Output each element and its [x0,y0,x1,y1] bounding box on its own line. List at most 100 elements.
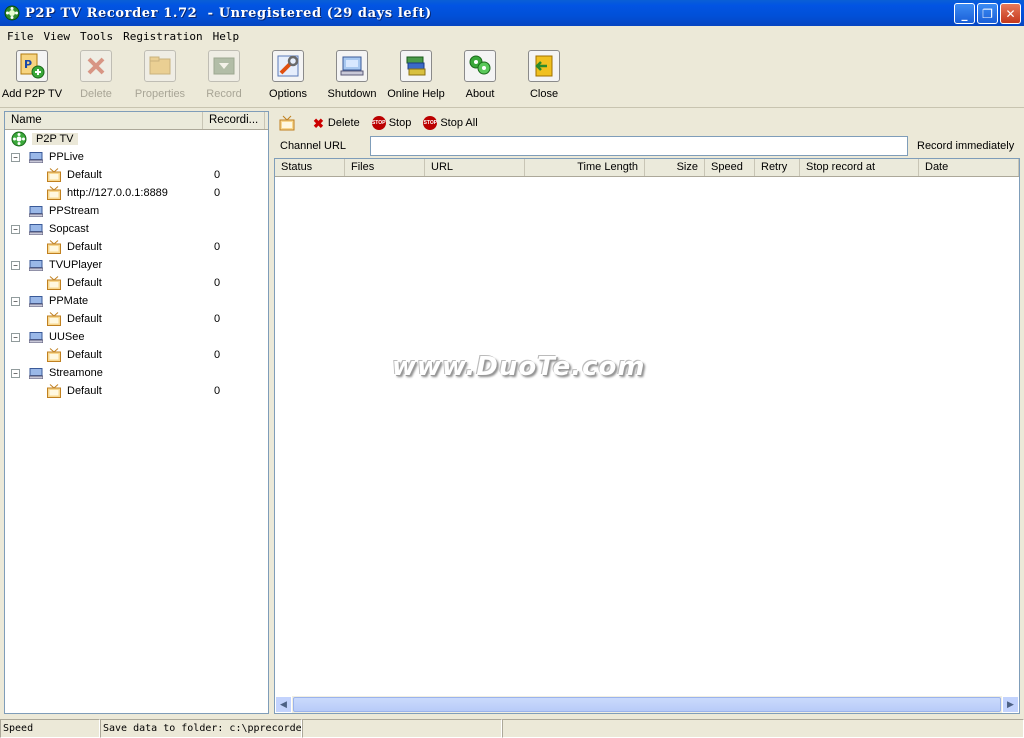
tree-channel[interactable]: Default 0 [5,274,268,292]
tree-group-pplive[interactable]: − PPLive [5,148,268,166]
stop-all-button[interactable]: STOP Stop All [423,116,478,130]
tree-group-label: PPMate [49,295,89,307]
recording-list-header: Status Files URL Time Length Size Speed … [275,159,1019,177]
tree-channel-label: Default [67,385,102,397]
col-speed[interactable]: Speed [705,159,755,176]
record-button[interactable]: Record [192,46,256,106]
col-retry[interactable]: Retry [755,159,800,176]
col-time-length[interactable]: Time Length [525,159,645,176]
col-url[interactable]: URL [425,159,525,176]
col-size[interactable]: Size [645,159,705,176]
channel-icon [47,240,61,254]
scroll-left-icon[interactable]: ◀ [275,696,292,713]
tree-group-label: Streamone [49,367,103,379]
computer-icon [28,205,44,217]
collapse-icon[interactable]: − [11,260,20,270]
recording-count: 0 [214,241,221,253]
tree-channel-label: http://127.0.0.1:8889 [67,187,168,199]
collapse-icon[interactable]: − [11,368,20,378]
close-label: Close [529,88,559,100]
col-files[interactable]: Files [345,159,425,176]
recording-count: 0 [214,349,221,361]
tree-root-label: P2P TV [32,133,78,145]
options-button[interactable]: Options [256,46,320,106]
channel-icon [47,312,61,326]
menu-file[interactable]: File [2,30,39,43]
tree-group-tvuplayer[interactable]: − TVUPlayer [5,256,268,274]
shutdown-button[interactable]: Shutdown [320,46,384,106]
menu-view[interactable]: View [39,30,76,43]
tree-channel-label: Default [67,241,102,253]
tree-channel[interactable]: Default 0 [5,310,268,328]
delete-record-label: Delete [327,117,360,129]
record-immediately-button[interactable]: Record immediately [917,140,1014,152]
stop-button[interactable]: STOP Stop [371,116,411,130]
delete-record-button[interactable]: ✖ Delete [313,117,360,130]
tree-group-streamone[interactable]: − Streamone [5,364,268,382]
recording-list[interactable]: Status Files URL Time Length Size Speed … [274,158,1020,714]
menu-tools[interactable]: Tools [75,30,118,43]
add-p2ptv-button[interactable]: P Add P2P TV [0,46,64,106]
tree-channel-label: Default [67,277,102,289]
scroll-thumb[interactable] [293,697,1001,712]
computer-icon [28,151,44,163]
record-icon [208,50,240,82]
col-status[interactable]: Status [275,159,345,176]
tree-channel[interactable]: Default 0 [5,346,268,364]
horizontal-scrollbar[interactable]: ◀ ▶ [275,696,1019,713]
tree-group-uusee[interactable]: − UUSee [5,328,268,346]
delete-button[interactable]: Delete [64,46,128,106]
collapse-icon[interactable]: − [11,152,20,162]
channel-url-label: Channel URL [280,140,347,152]
about-icon [464,50,496,82]
tree-root[interactable]: P2P TV [5,130,268,148]
menu-registration[interactable]: Registration [118,30,207,43]
stop-all-sign-icon: STOP [423,116,438,130]
delete-label: Delete [80,88,112,100]
collapse-icon[interactable]: − [11,224,20,234]
col-date[interactable]: Date [919,159,1019,176]
tree-col-recording[interactable]: Recordi... [203,112,265,129]
channel-icon [47,384,61,398]
tree-group-label: UUSee [49,331,85,343]
close-window-button[interactable]: ✕ [1000,3,1021,24]
collapse-icon[interactable]: − [11,296,20,306]
about-button[interactable]: About [448,46,512,106]
recording-count: 0 [214,169,221,181]
tree-group-ppmate[interactable]: − PPMate [5,292,268,310]
recording-pane: ✖ Delete STOP Stop STOP Stop All Channel… [274,111,1020,714]
status-blank [502,719,1024,738]
tree-channel[interactable]: http://127.0.0.1:8889 0 [5,184,268,202]
tree-col-name[interactable]: Name [5,112,203,129]
delete-icon [80,50,112,82]
tree-header: Name Recordi... [5,112,268,130]
col-stop-record-at[interactable]: Stop record at [800,159,919,176]
status-bar: Speed Save data to folder: c:\pprecorde [0,719,1024,738]
collapse-icon[interactable]: − [11,332,20,342]
channel-icon [47,348,61,362]
app-icon [4,5,20,21]
recording-count: 0 [214,187,221,199]
tree-channel[interactable]: Default 0 [5,166,268,184]
tree-group-label: PPStream [49,205,100,217]
online-help-button[interactable]: Online Help [384,46,448,106]
about-label: About [465,88,495,100]
scroll-right-icon[interactable]: ▶ [1002,696,1019,713]
minimize-button[interactable]: _ [954,3,975,24]
options-icon [272,50,304,82]
menu-help[interactable]: Help [208,30,245,43]
tree-channel[interactable]: Default 0 [5,382,268,400]
tree-channel[interactable]: Default 0 [5,238,268,256]
options-label: Options [269,88,307,100]
properties-button[interactable]: Properties [128,46,192,106]
close-button[interactable]: Close [512,46,576,106]
restore-button[interactable]: ❐ [977,3,998,24]
channel-tree-pane: Name Recordi... P2P TV − PPLive Default 0 htt… [4,111,269,714]
channel-view-button[interactable] [279,115,295,131]
svg-text:P: P [24,58,32,71]
channel-url-input[interactable] [370,136,908,156]
tree-group-sopcast[interactable]: − Sopcast [5,220,268,238]
channel-icon [279,115,295,131]
stop-all-label: Stop All [440,117,478,129]
tree-group-ppstream[interactable]: PPStream [5,202,268,220]
